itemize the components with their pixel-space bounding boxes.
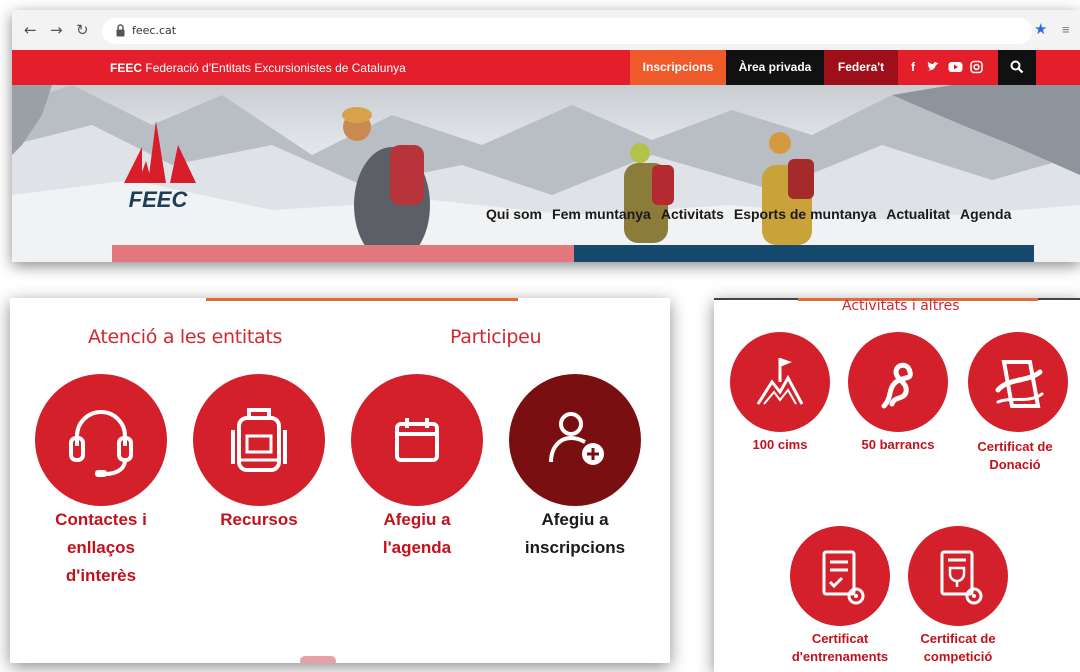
donacio-label[interactable]: Certificat de Donació bbox=[950, 438, 1080, 474]
lock-icon bbox=[116, 24, 125, 37]
afegiu-agenda-button[interactable] bbox=[351, 374, 483, 506]
nav-qui-som[interactable]: Qui som bbox=[486, 206, 542, 222]
backpack-icon bbox=[231, 408, 287, 472]
composite-screenshot: ← → ↻ feec.cat ★ ≡ FEEC Federació d'Enti… bbox=[0, 0, 1080, 672]
competicio-label-line1: Certificat de bbox=[920, 631, 996, 646]
headset-icon bbox=[69, 410, 133, 477]
contactes-label-line3: d'interès bbox=[65, 566, 137, 585]
brand-full-name: Federació d'Entitats Excursionistes de C… bbox=[145, 61, 406, 75]
arrow-left-icon[interactable]: ← bbox=[24, 21, 37, 39]
site-brand[interactable]: FEEC Federació d'Entitats Excursionistes… bbox=[110, 61, 406, 75]
mountain-flag-icon bbox=[756, 358, 804, 405]
contactes-label-line2: enllaços bbox=[66, 538, 136, 557]
browser-window: ← → ↻ feec.cat ★ ≡ FEEC Federació d'Enti… bbox=[12, 10, 1080, 262]
competicio-button[interactable] bbox=[908, 526, 1008, 626]
search-icon bbox=[1010, 60, 1024, 74]
trophy-certificate-icon bbox=[940, 550, 983, 605]
nav-agenda[interactable]: Agenda bbox=[960, 206, 1011, 222]
cims-label[interactable]: 100 cims bbox=[720, 436, 840, 454]
brand-acronym: FEEC bbox=[110, 61, 143, 75]
url-text: feec.cat bbox=[132, 24, 177, 37]
address-bar[interactable]: feec.cat bbox=[102, 18, 1032, 44]
competicio-label[interactable]: Certificat de competició bbox=[888, 630, 1028, 666]
calendar-icon bbox=[395, 418, 439, 462]
competicio-label-line2: competició bbox=[923, 649, 993, 664]
nav-fem-muntanya[interactable]: Fem muntanya bbox=[552, 206, 651, 222]
search-button[interactable] bbox=[998, 50, 1036, 85]
partial-heading-fragment bbox=[300, 656, 336, 663]
contactes-button[interactable] bbox=[35, 374, 167, 506]
bookmark-star-icon[interactable]: ★ bbox=[1034, 22, 1047, 37]
afegiu-agenda-line1: Afegiu a bbox=[383, 510, 451, 529]
user-add-icon bbox=[549, 412, 604, 465]
instagram-icon[interactable] bbox=[970, 60, 983, 74]
nav-actualitat[interactable]: Actualitat bbox=[886, 206, 950, 222]
reload-icon[interactable]: ↻ bbox=[76, 21, 89, 39]
rope-knot-icon bbox=[881, 362, 913, 409]
area-privada-button[interactable]: Àrea privada bbox=[726, 50, 824, 85]
donacio-button[interactable] bbox=[968, 332, 1068, 432]
section-divider bbox=[206, 298, 518, 301]
browser-toolbar: ← → ↻ feec.cat ★ ≡ bbox=[12, 10, 1080, 50]
federat-button[interactable]: Federa't bbox=[824, 50, 898, 85]
afegiu-inscripcions-line1: Afegiu a bbox=[541, 510, 609, 529]
heading-participeu: Participeu bbox=[450, 326, 542, 348]
cims-button[interactable] bbox=[730, 332, 830, 432]
entitats-panel: Atenció a les entitats Participeu Contac… bbox=[10, 298, 670, 663]
donacio-label-line2: Donació bbox=[989, 457, 1041, 472]
twitter-icon[interactable] bbox=[926, 60, 940, 74]
site-top-bar: FEEC Federació d'Entitats Excursionistes… bbox=[12, 50, 1080, 85]
reading-list-icon[interactable]: ≡ bbox=[1062, 22, 1070, 37]
heading-atencio-entitats: Atenció a les entitats bbox=[88, 326, 283, 348]
heading-activitats-altres: Activitats i altres bbox=[842, 298, 960, 314]
main-navigation: Qui som Fem muntanya Activitats Esports … bbox=[486, 206, 1011, 222]
recursos-label[interactable]: Recursos bbox=[188, 506, 330, 534]
certificate-icon bbox=[822, 550, 865, 605]
hero-banner: FEEC Qui som Fem muntanya Activitats Esp… bbox=[12, 85, 1080, 262]
facebook-icon[interactable]: f bbox=[908, 60, 918, 74]
nav-esports-de-muntanya[interactable]: Esports de muntanya bbox=[734, 206, 876, 222]
contactes-label[interactable]: Contactes i enllaços d'interès bbox=[30, 506, 172, 590]
entrenaments-button[interactable] bbox=[790, 526, 890, 626]
recursos-button[interactable] bbox=[193, 374, 325, 506]
inscripcions-button[interactable]: Inscripcions bbox=[630, 50, 726, 85]
afegiu-inscripcions-label[interactable]: Afegiu a inscripcions bbox=[504, 506, 646, 562]
contactes-label-line1: Contactes i bbox=[55, 510, 147, 529]
afegiu-inscripcions-button[interactable] bbox=[509, 374, 641, 506]
logo-text: FEEC bbox=[129, 187, 189, 212]
afegiu-agenda-label[interactable]: Afegiu a l'agenda bbox=[346, 506, 488, 562]
activitats-panel: Activitats i altres 100 cims 50 barrancs bbox=[714, 298, 1080, 672]
youtube-icon[interactable] bbox=[948, 60, 963, 74]
feec-logo[interactable]: FEEC bbox=[118, 121, 198, 213]
donation-icon bbox=[995, 360, 1044, 408]
nav-activitats[interactable]: Activitats bbox=[661, 206, 724, 222]
barrancs-button[interactable] bbox=[848, 332, 948, 432]
blue-banner-strip bbox=[574, 245, 1034, 262]
afegiu-inscripcions-line2: inscripcions bbox=[524, 538, 626, 557]
afegiu-agenda-line2: l'agenda bbox=[382, 538, 452, 557]
donacio-label-line1: Certificat de bbox=[977, 439, 1053, 454]
barrancs-label[interactable]: 50 barrancs bbox=[838, 436, 958, 454]
recursos-label-line1: Recursos bbox=[220, 510, 298, 529]
arrow-right-icon[interactable]: → bbox=[50, 21, 63, 39]
pink-banner-strip bbox=[112, 245, 574, 262]
